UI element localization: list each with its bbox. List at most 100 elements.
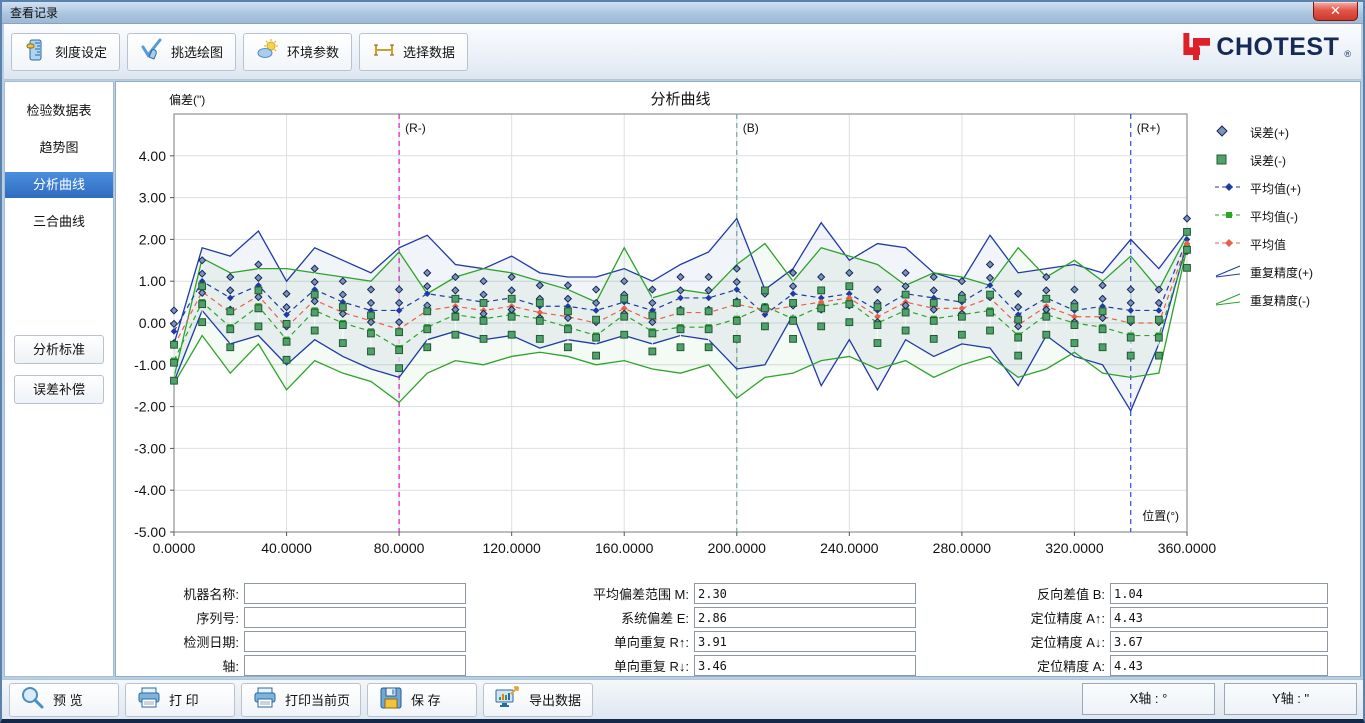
sidebar-item-4[interactable]: 三合曲线 xyxy=(5,209,113,235)
legend-label: 重复精度(+) xyxy=(1250,265,1314,280)
svg-text:(R-): (R-) xyxy=(405,121,426,135)
stat-mid-label: 单向重复 R↑: xyxy=(613,635,689,650)
stat-right-label: 定位精度 A↓: xyxy=(1030,635,1105,650)
toolbar-button-1[interactable]: 刻度设定 xyxy=(11,32,121,71)
legend-symbol-6 xyxy=(1214,263,1244,282)
chotest-logo-icon xyxy=(1181,32,1211,62)
sidebar-item-2[interactable]: 趋势图 xyxy=(5,135,113,161)
svg-text:2.00: 2.00 xyxy=(139,231,166,247)
pick-draw-icon xyxy=(140,38,164,65)
sidebar-item-3[interactable]: 分析曲线 xyxy=(5,172,113,198)
stat-mid-label: 平均偏差范围 M: xyxy=(592,587,689,602)
sidebar-item-1[interactable]: 检验数据表 xyxy=(5,98,113,124)
axis-unit-button-2[interactable]: Y轴 : " xyxy=(1224,683,1357,715)
sidebar-button-1[interactable]: 分析标准 xyxy=(14,335,104,364)
stat-mid-input-1[interactable] xyxy=(694,583,916,604)
legend-item-7[interactable]: 重复精度(-) xyxy=(1214,286,1342,314)
legend-symbol-4 xyxy=(1214,207,1244,226)
axis-unit-button-1[interactable]: X轴 : ° xyxy=(1082,683,1215,715)
svg-text:1.00: 1.00 xyxy=(139,273,166,289)
stat-right-row: 定位精度 A↓: xyxy=(978,631,1328,652)
stat-mid-row: 单向重复 R↓: xyxy=(566,655,916,676)
toolbar-button-3[interactable]: 环境参数 xyxy=(243,32,353,71)
legend-item-2[interactable]: 误差(-) xyxy=(1214,146,1342,174)
legend-label: 重复精度(-) xyxy=(1250,293,1310,308)
legend-label: 平均值(+) xyxy=(1250,181,1302,196)
bottom-button-1[interactable]: 预 览 xyxy=(9,682,119,717)
axis-unit-buttons: X轴 : ° Y轴 : " xyxy=(1082,683,1357,715)
stat-right-row: 定位精度 A: xyxy=(978,655,1328,676)
svg-text:0.0000: 0.0000 xyxy=(153,540,196,556)
legend-label: 误差(-) xyxy=(1250,153,1286,168)
save-icon xyxy=(378,685,404,714)
brand-logo: CHOTEST ® xyxy=(1181,32,1351,62)
window-title: 查看记录 xyxy=(10,6,59,20)
bottom-button-5[interactable]: 导出数据 xyxy=(483,682,594,717)
app-window: 查看记录 ✕ 刻度设定 挑选绘图 环境参数 选择数据 CHOTEST ® 检验数据表趋… xyxy=(0,0,1365,723)
bottom-button-3[interactable]: 打印当前页 xyxy=(241,682,362,717)
close-button[interactable]: ✕ xyxy=(1313,2,1358,21)
ruler-icon xyxy=(24,38,48,65)
toolbar-button-label: 刻度设定 xyxy=(55,45,108,60)
legend-item-1[interactable]: 误差(+) xyxy=(1214,118,1342,146)
bottom-button-label: 保 存 xyxy=(411,693,441,708)
bottom-button-label: 打印当前页 xyxy=(285,693,351,708)
svg-text:0.00: 0.00 xyxy=(139,315,166,331)
stat-right-input-4[interactable] xyxy=(1110,655,1328,676)
machine-info-input-3[interactable] xyxy=(244,631,466,652)
machine-info-row: 机器名称: xyxy=(152,583,466,604)
machine-info-label: 轴: xyxy=(222,659,239,674)
legend-symbol-1 xyxy=(1214,123,1244,142)
top-toolbar: 刻度设定 挑选绘图 环境参数 选择数据 xyxy=(4,24,1361,80)
legend-symbol-5 xyxy=(1214,235,1244,254)
legend-item-6[interactable]: 重复精度(+) xyxy=(1214,258,1342,286)
svg-text:位置(°): 位置(°) xyxy=(1142,508,1179,523)
toolbar-button-label: 环境参数 xyxy=(287,45,340,60)
legend-item-3[interactable]: 平均值(+) xyxy=(1214,174,1342,202)
chart-legend: 误差(+) 误差(-) 平均值(+) 平均值(-) 平均值重复精度(+) 重复精度(-) xyxy=(1214,118,1342,314)
legend-item-5[interactable]: 平均值 xyxy=(1214,230,1342,258)
svg-text:3.00: 3.00 xyxy=(139,190,166,206)
toolbar-button-2[interactable]: 挑选绘图 xyxy=(127,32,237,71)
print-icon xyxy=(136,685,162,714)
machine-info-input-2[interactable] xyxy=(244,607,466,628)
stat-mid-row: 平均偏差范围 M: xyxy=(566,583,916,604)
registered-mark: ® xyxy=(1344,49,1351,59)
stat-right-label: 定位精度 A↑: xyxy=(1030,611,1105,626)
svg-text:200.0000: 200.0000 xyxy=(708,540,767,556)
sidebar: 检验数据表趋势图分析曲线三合曲线分析标准误差补偿 xyxy=(4,81,114,677)
preview-icon xyxy=(20,685,46,714)
machine-info-input-1[interactable] xyxy=(244,583,466,604)
stat-mid-input-3[interactable] xyxy=(694,631,916,652)
bottom-button-4[interactable]: 保 存 xyxy=(367,682,478,717)
stat-right-label: 定位精度 A: xyxy=(1037,659,1105,674)
legend-symbol-7 xyxy=(1214,291,1244,310)
export-icon xyxy=(494,685,522,714)
svg-text:40.0000: 40.0000 xyxy=(261,540,312,556)
legend-label: 误差(+) xyxy=(1250,125,1290,140)
analysis-curve-chart[interactable]: 4.00 3.00 2.00 1.00 0.00 -1.00 -2.00 -3.00 -4.00… xyxy=(116,82,1364,582)
main-panel: 4.00 3.00 2.00 1.00 0.00 -1.00 -2.00 -3.00 -4.00… xyxy=(115,81,1361,677)
stat-right-input-1[interactable] xyxy=(1110,583,1328,604)
stat-right-input-3[interactable] xyxy=(1110,631,1328,652)
stat-mid-label: 系统偏差 E: xyxy=(621,611,689,626)
machine-info-label: 检测日期: xyxy=(183,635,239,650)
toolbar-button-4[interactable]: 选择数据 xyxy=(359,32,469,71)
svg-text:分析曲线: 分析曲线 xyxy=(650,91,710,108)
legend-item-4[interactable]: 平均值(-) xyxy=(1214,202,1342,230)
stat-mid-row: 单向重复 R↑: xyxy=(566,631,916,652)
machine-info-input-4[interactable] xyxy=(244,655,466,676)
stat-mid-input-2[interactable] xyxy=(694,607,916,628)
machine-info-row: 序列号: xyxy=(152,607,466,628)
svg-text:240.0000: 240.0000 xyxy=(820,540,879,556)
machine-info-label: 机器名称: xyxy=(183,587,239,602)
toolbar-button-label: 挑选绘图 xyxy=(171,45,224,60)
svg-text:-3.00: -3.00 xyxy=(134,440,166,456)
bottom-button-label: 导出数据 xyxy=(529,693,582,708)
sidebar-button-2[interactable]: 误差补偿 xyxy=(14,375,104,404)
bottom-button-2[interactable]: 打 印 xyxy=(125,682,235,717)
stat-right-input-2[interactable] xyxy=(1110,607,1328,628)
print-icon xyxy=(252,685,278,714)
stat-mid-input-4[interactable] xyxy=(694,655,916,676)
toolbar-button-label: 选择数据 xyxy=(403,45,456,60)
